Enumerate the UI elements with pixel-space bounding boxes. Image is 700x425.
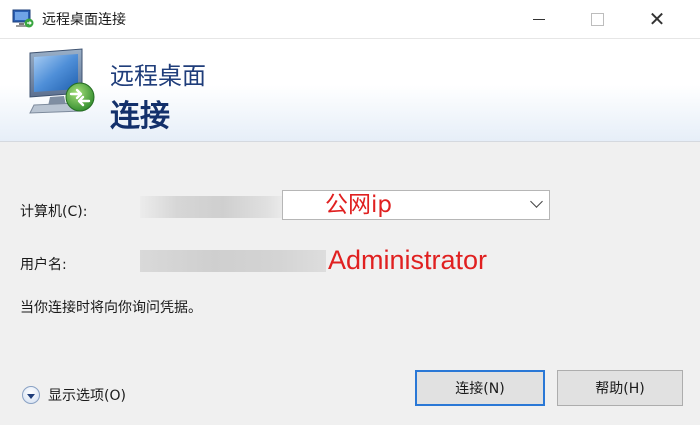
computer-annotation: 公网ip [325,192,392,218]
maximize-button[interactable] [574,0,620,38]
chevron-down-icon [27,393,35,399]
close-icon: ✕ [648,7,666,31]
show-options-toggle[interactable]: 显示选项(O) [22,383,126,407]
maximize-icon [590,12,604,26]
banner-title-line1: 远程桌面 [110,62,206,90]
title-bar: 远程桌面连接 ✕ [0,0,700,39]
chevron-down-icon[interactable] [530,195,543,208]
close-button[interactable]: ✕ [634,0,680,38]
expand-circle-icon[interactable] [22,386,40,404]
help-button[interactable]: 帮助(H) [557,370,683,406]
minimize-button[interactable] [516,0,562,38]
banner-title-line2: 连接 [110,99,170,134]
username-label: 用户名: [20,257,67,273]
window-title: 远程桌面连接 [42,12,126,28]
header-banner: 远程桌面 连接 [0,39,700,142]
show-options-label[interactable]: 显示选项(O) [48,385,126,405]
remote-desktop-monitor-icon [29,48,95,114]
minimize-icon [533,18,545,20]
remote-desktop-icon [12,9,34,28]
computer-label: 计算机(C): [20,204,88,220]
credentials-notice: 当你连接时将向你询问凭据。 [20,300,202,316]
redacted-computer-value [140,196,290,218]
username-annotation: Administrator [328,245,488,275]
redacted-username-value [140,250,326,272]
connect-button[interactable]: 连接(N) [415,370,545,406]
computer-combobox[interactable]: 公网ip [282,190,550,220]
